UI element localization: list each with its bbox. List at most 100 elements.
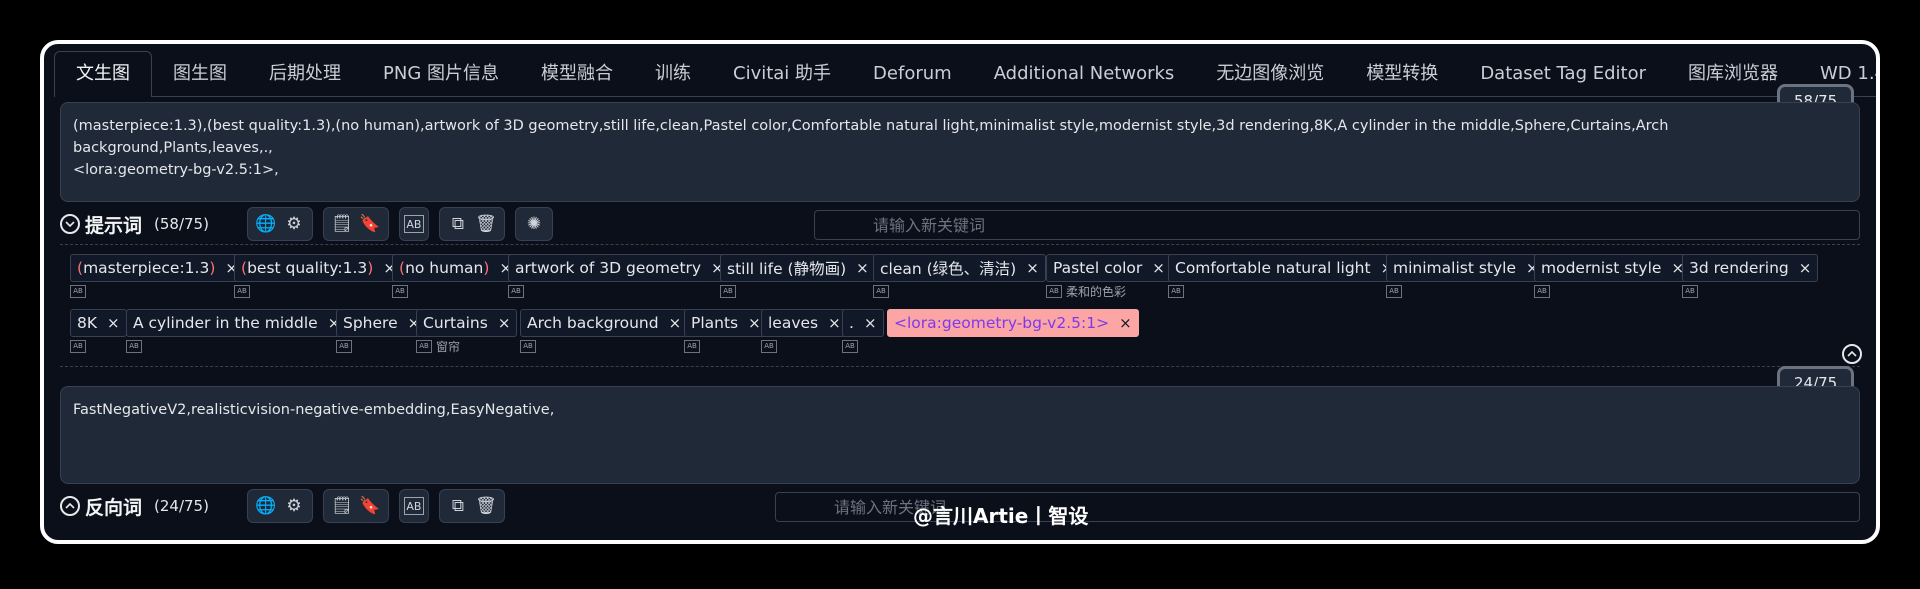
tag-label[interactable]: modernist style × (1534, 254, 1692, 282)
translate-icon[interactable]: AB (1168, 284, 1184, 298)
tag-chip[interactable]: minimalist style × AB (1386, 254, 1546, 298)
tag-label[interactable]: . × (842, 309, 884, 337)
close-icon[interactable]: × (1119, 314, 1132, 332)
tag-label[interactable]: A cylinder in the middle × (126, 309, 348, 337)
translate-icon[interactable]: AB (873, 284, 889, 298)
translate-icon[interactable]: AB (1386, 284, 1402, 298)
tag-label[interactable]: leaves × (761, 309, 848, 337)
close-icon[interactable]: × (669, 314, 682, 332)
openai-icon[interactable]: ✺ (520, 210, 548, 238)
copy-icon[interactable]: ⧉ (444, 492, 472, 520)
chevron-down-icon[interactable] (60, 214, 80, 234)
translate-icon[interactable]: AB (1682, 284, 1698, 298)
chevron-up-icon[interactable] (1842, 344, 1862, 364)
tag-label[interactable]: minimalist style × (1386, 254, 1546, 282)
translate-icon[interactable]: AB (508, 284, 524, 298)
tag-label[interactable]: still life (静物画) × (720, 254, 876, 282)
tag-chip[interactable]: (no human) × AB (392, 254, 520, 298)
close-icon[interactable]: × (498, 314, 511, 332)
tag-chip[interactable]: (best quality:1.3) × AB (234, 254, 403, 298)
tab-train[interactable]: 训练 (634, 52, 712, 96)
copy-icon[interactable]: ⧉ (444, 210, 472, 238)
close-icon[interactable]: × (748, 314, 761, 332)
history-icon[interactable]: 🗒 (328, 492, 356, 520)
tag-chip[interactable]: Comfortable natural light× AB (1168, 254, 1401, 298)
translate-icon[interactable]: AB (70, 284, 86, 298)
tag-label[interactable]: <lora:geometry-bg-v2.5:1> × (887, 309, 1139, 337)
tab-deforum[interactable]: Deforum (852, 52, 973, 96)
trash-icon[interactable]: 🗑 (472, 210, 500, 238)
translate-icon[interactable]: AB (126, 339, 142, 353)
translate-icon[interactable]: AB (842, 339, 858, 353)
bookmark-icon[interactable]: 🔖 (356, 492, 384, 520)
positive-keyword-input[interactable]: 请输入新关键词 (814, 210, 1860, 240)
translate-icon[interactable]: AB (1046, 284, 1062, 298)
tab-dataset-tag-editor[interactable]: Dataset Tag Editor (1459, 52, 1667, 96)
tag-label[interactable]: (best quality:1.3) × (234, 254, 403, 282)
tag-chip[interactable]: 3d rendering × AB (1682, 254, 1819, 298)
trash-icon[interactable]: 🗑 (472, 492, 500, 520)
tag-label[interactable]: (masterpiece:1.3) × (70, 254, 245, 282)
tag-chip[interactable]: Sphere × AB (336, 309, 428, 353)
tag-chip[interactable]: modernist style × AB (1534, 254, 1692, 298)
tag-label[interactable]: artwork of 3D geometry × (508, 254, 731, 282)
tag-label[interactable]: Curtains × (416, 309, 518, 337)
tab-img2img[interactable]: 图生图 (152, 52, 248, 96)
tag-chip[interactable]: leaves × AB (761, 309, 848, 353)
tab-model-convert[interactable]: 模型转换 (1345, 52, 1459, 96)
tag-chip[interactable]: Curtains × AB 窗帘 (416, 309, 518, 354)
translate-icon[interactable]: AB (1534, 284, 1550, 298)
tag-label[interactable]: Sphere × (336, 309, 428, 337)
translate-icon[interactable]: AB (416, 339, 432, 353)
tag-chip[interactable]: artwork of 3D geometry × AB (508, 254, 731, 298)
close-icon[interactable]: × (107, 314, 120, 332)
close-icon[interactable]: × (856, 259, 869, 277)
tag-label[interactable]: 8K × (70, 309, 127, 337)
bookmark-icon[interactable]: 🔖 (356, 210, 384, 238)
close-icon[interactable]: × (1152, 259, 1165, 277)
translate-icon[interactable]: AB (403, 215, 424, 233)
translate-icon[interactable]: AB (684, 339, 700, 353)
gear-icon[interactable]: ⚙ (280, 210, 308, 238)
translate-icon[interactable]: AB (403, 497, 424, 515)
negative-prompt-textarea[interactable]: FastNegativeV2,realisticvision-negative-… (60, 386, 1860, 484)
tag-chip[interactable]: (masterpiece:1.3) × AB (70, 254, 245, 298)
close-icon[interactable]: × (828, 314, 841, 332)
translate-icon[interactable]: AB (392, 284, 408, 298)
translate-icon[interactable]: AB (336, 339, 352, 353)
tag-chip[interactable]: <lora:geometry-bg-v2.5:1> × (887, 309, 1139, 337)
positive-prompt-textarea[interactable]: (masterpiece:1.3),(best quality:1.3),(no… (60, 102, 1860, 202)
tab-png-info[interactable]: PNG 图片信息 (362, 52, 520, 96)
tab-txt2img[interactable]: 文生图 (54, 51, 152, 97)
tab-extras[interactable]: 后期处理 (248, 52, 362, 96)
tag-chip[interactable]: Arch background × AB (520, 309, 689, 353)
globe-icon[interactable]: 🌐 (252, 492, 280, 520)
tag-chip[interactable]: . × AB (842, 309, 884, 353)
globe-icon[interactable]: 🌐 (252, 210, 280, 238)
tag-label[interactable]: Comfortable natural light× (1168, 254, 1401, 282)
tab-merge[interactable]: 模型融合 (520, 52, 634, 96)
chevron-up-icon[interactable] (60, 496, 80, 516)
tab-infinite-browser[interactable]: 无边图像浏览 (1195, 52, 1345, 96)
tag-chip[interactable]: A cylinder in the middle × AB (126, 309, 348, 353)
tag-chip[interactable]: clean (绿色、清洁) × AB (873, 254, 1046, 298)
tag-label[interactable]: clean (绿色、清洁) × (873, 254, 1046, 282)
history-icon[interactable]: 🗒 (328, 210, 356, 238)
tab-additional-networks[interactable]: Additional Networks (973, 52, 1196, 96)
translate-icon[interactable]: AB (70, 339, 86, 353)
tag-label[interactable]: Plants × (684, 309, 768, 337)
close-icon[interactable]: × (1799, 259, 1812, 277)
close-icon[interactable]: × (1026, 259, 1039, 277)
tag-chip[interactable]: Plants × AB (684, 309, 768, 353)
tag-label[interactable]: 3d rendering × (1682, 254, 1819, 282)
tag-label[interactable]: Arch background × (520, 309, 689, 337)
translate-icon[interactable]: AB (520, 339, 536, 353)
tag-label[interactable]: Pastel color × (1046, 254, 1172, 282)
tag-chip[interactable]: Pastel color × AB 柔和的色彩 (1046, 254, 1172, 299)
translate-icon[interactable]: AB (761, 339, 777, 353)
tag-chip[interactable]: still life (静物画) × AB (720, 254, 876, 298)
close-icon[interactable]: × (864, 314, 877, 332)
tag-chip[interactable]: 8K × AB (70, 309, 127, 353)
tab-civitai[interactable]: Civitai 助手 (712, 52, 852, 96)
translate-icon[interactable]: AB (234, 284, 250, 298)
